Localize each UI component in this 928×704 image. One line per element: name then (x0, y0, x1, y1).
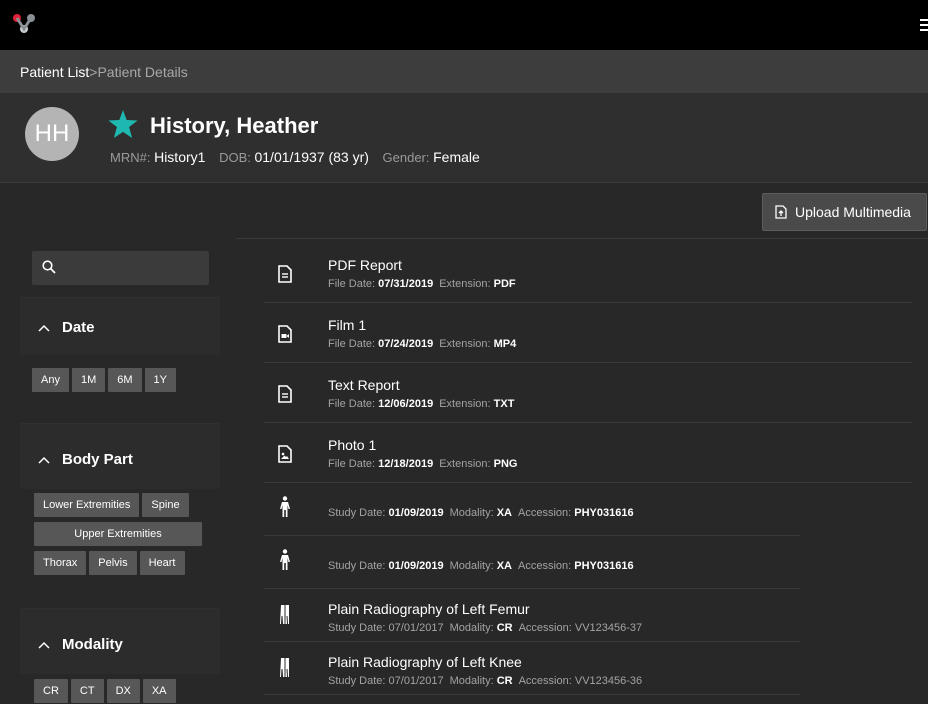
dob-label: DOB: (219, 150, 251, 165)
legs-icon (280, 658, 289, 677)
upload-multimedia-label: Upload Multimedia (795, 204, 911, 220)
body-part-filter-header[interactable]: Body Part (20, 423, 220, 489)
image-file-icon (278, 445, 292, 463)
modality-filter-options: CR CT DX XA (34, 679, 176, 703)
document-icon (278, 385, 292, 403)
study-name: Plain Radiography of Left Knee (328, 654, 522, 670)
study-row[interactable]: Plain Radiography of Left Femur Study Da… (264, 589, 800, 642)
list-item[interactable]: PDF Report File Date: 07/31/2019 Extensio… (264, 243, 912, 303)
gender-label: Gender: (382, 150, 430, 165)
breadcrumb-patient-list[interactable]: Patient List (20, 64, 89, 80)
breadcrumb-current: Patient Details (97, 64, 188, 80)
body-part-option-thorax[interactable]: Thorax (34, 551, 87, 575)
date-option-1m[interactable]: 1M (71, 368, 106, 392)
body-part-option-heart[interactable]: Heart (139, 551, 185, 575)
list-item[interactable]: Film 1 File Date: 07/24/2019 Extension: M… (264, 303, 912, 363)
study-meta: Study Date: 07/01/2017 Modality: CR Access… (328, 622, 643, 634)
file-meta: File Date: 07/31/2019 Extension: PDF (328, 278, 516, 290)
gender-value: Female (433, 149, 480, 165)
legs-icon (280, 605, 289, 624)
body-figure-icon (280, 549, 290, 570)
date-option-any[interactable]: Any (32, 368, 69, 392)
patient-header: HH History, Heather MRN#: History1 DOB: … (0, 93, 928, 183)
date-option-6m[interactable]: 6M (108, 368, 142, 392)
star-icon[interactable] (108, 110, 138, 138)
file-name: Text Report (328, 377, 400, 393)
search-input[interactable] (62, 251, 207, 285)
modality-option-ct[interactable]: CT (70, 679, 104, 703)
study-row[interactable]: Study Date: 01/09/2019 Modality: XA Access… (264, 483, 800, 536)
chevron-up-icon (38, 641, 50, 649)
chevron-up-icon (38, 456, 50, 464)
modality-filter-header[interactable]: Modality (20, 608, 220, 674)
file-meta: File Date: 07/24/2019 Extension: MP4 (328, 338, 517, 350)
app-logo[interactable] (12, 13, 36, 33)
divider (236, 238, 928, 239)
breadcrumb: Patient List>Patient Details (0, 50, 928, 93)
study-meta: Study Date: 01/09/2019 Modality: XA Access… (328, 507, 634, 519)
upload-multimedia-button[interactable]: Upload Multimedia (762, 193, 927, 231)
study-meta: Study Date: 07/01/2017 Modality: CR Access… (328, 675, 643, 687)
study-meta: Study Date: 01/09/2019 Modality: XA Access… (328, 560, 634, 572)
modality-option-dx[interactable]: DX (106, 679, 140, 703)
study-row[interactable]: Study Date: 01/09/2019 Modality: XA Access… (264, 536, 800, 589)
study-name: Plain Radiography of Left Femur (328, 601, 530, 617)
modality-option-xa[interactable]: XA (142, 679, 176, 703)
body-figure-icon (280, 496, 290, 517)
patient-name: History, Heather (150, 113, 319, 138)
file-meta: File Date: 12/06/2019 Extension: TXT (328, 398, 515, 410)
study-row[interactable]: Plain Radiography of Left Knee Study Dat… (264, 642, 800, 695)
document-icon (278, 265, 292, 283)
top-bar (0, 0, 928, 50)
body-part-option-lower-extremities[interactable]: Lower Extremities (34, 493, 140, 517)
list-item[interactable]: Text Report File Date: 12/06/2019 Extensi… (264, 363, 912, 423)
hamburger-icon[interactable] (920, 19, 928, 31)
modality-filter-title: Modality (62, 636, 123, 653)
search-box (32, 251, 209, 285)
dob-value: 01/01/1937 (83 yr) (254, 149, 369, 165)
file-upload-icon (775, 205, 787, 219)
date-filter-title: Date (62, 319, 95, 336)
avatar: HH (25, 107, 79, 161)
body-part-options-row-1: Lower Extremities Spine (34, 493, 189, 517)
date-option-1y[interactable]: 1Y (144, 368, 176, 392)
search-icon (42, 260, 56, 274)
patient-demographics: MRN#: History1 DOB: 01/01/1937 (83 yr) G… (110, 149, 480, 165)
body-part-option-upper-extremities[interactable]: Upper Extremities (34, 522, 202, 546)
body-part-options-row-2: Upper Extremities (34, 522, 202, 546)
mrn-label: MRN#: (110, 150, 151, 165)
mrn-value: History1 (154, 149, 206, 165)
file-meta: File Date: 12/18/2019 Extension: PNG (328, 458, 518, 470)
file-name: Photo 1 (328, 437, 377, 453)
body-part-options-row-3: Thorax Pelvis Heart (34, 551, 185, 575)
body-part-option-spine[interactable]: Spine (142, 493, 189, 517)
file-name: PDF Report (328, 257, 402, 273)
body-part-option-pelvis[interactable]: Pelvis (89, 551, 137, 575)
list-item[interactable]: Photo 1 File Date: 12/18/2019 Extension: … (264, 423, 912, 483)
date-filter-header[interactable]: Date (20, 297, 220, 355)
file-name: Film 1 (328, 317, 367, 333)
video-file-icon (278, 325, 292, 343)
body-part-filter-title: Body Part (62, 451, 133, 468)
date-filter-options: Any 1M 6M 1Y (32, 368, 176, 392)
modality-option-cr[interactable]: CR (34, 679, 68, 703)
chevron-up-icon (38, 324, 50, 332)
